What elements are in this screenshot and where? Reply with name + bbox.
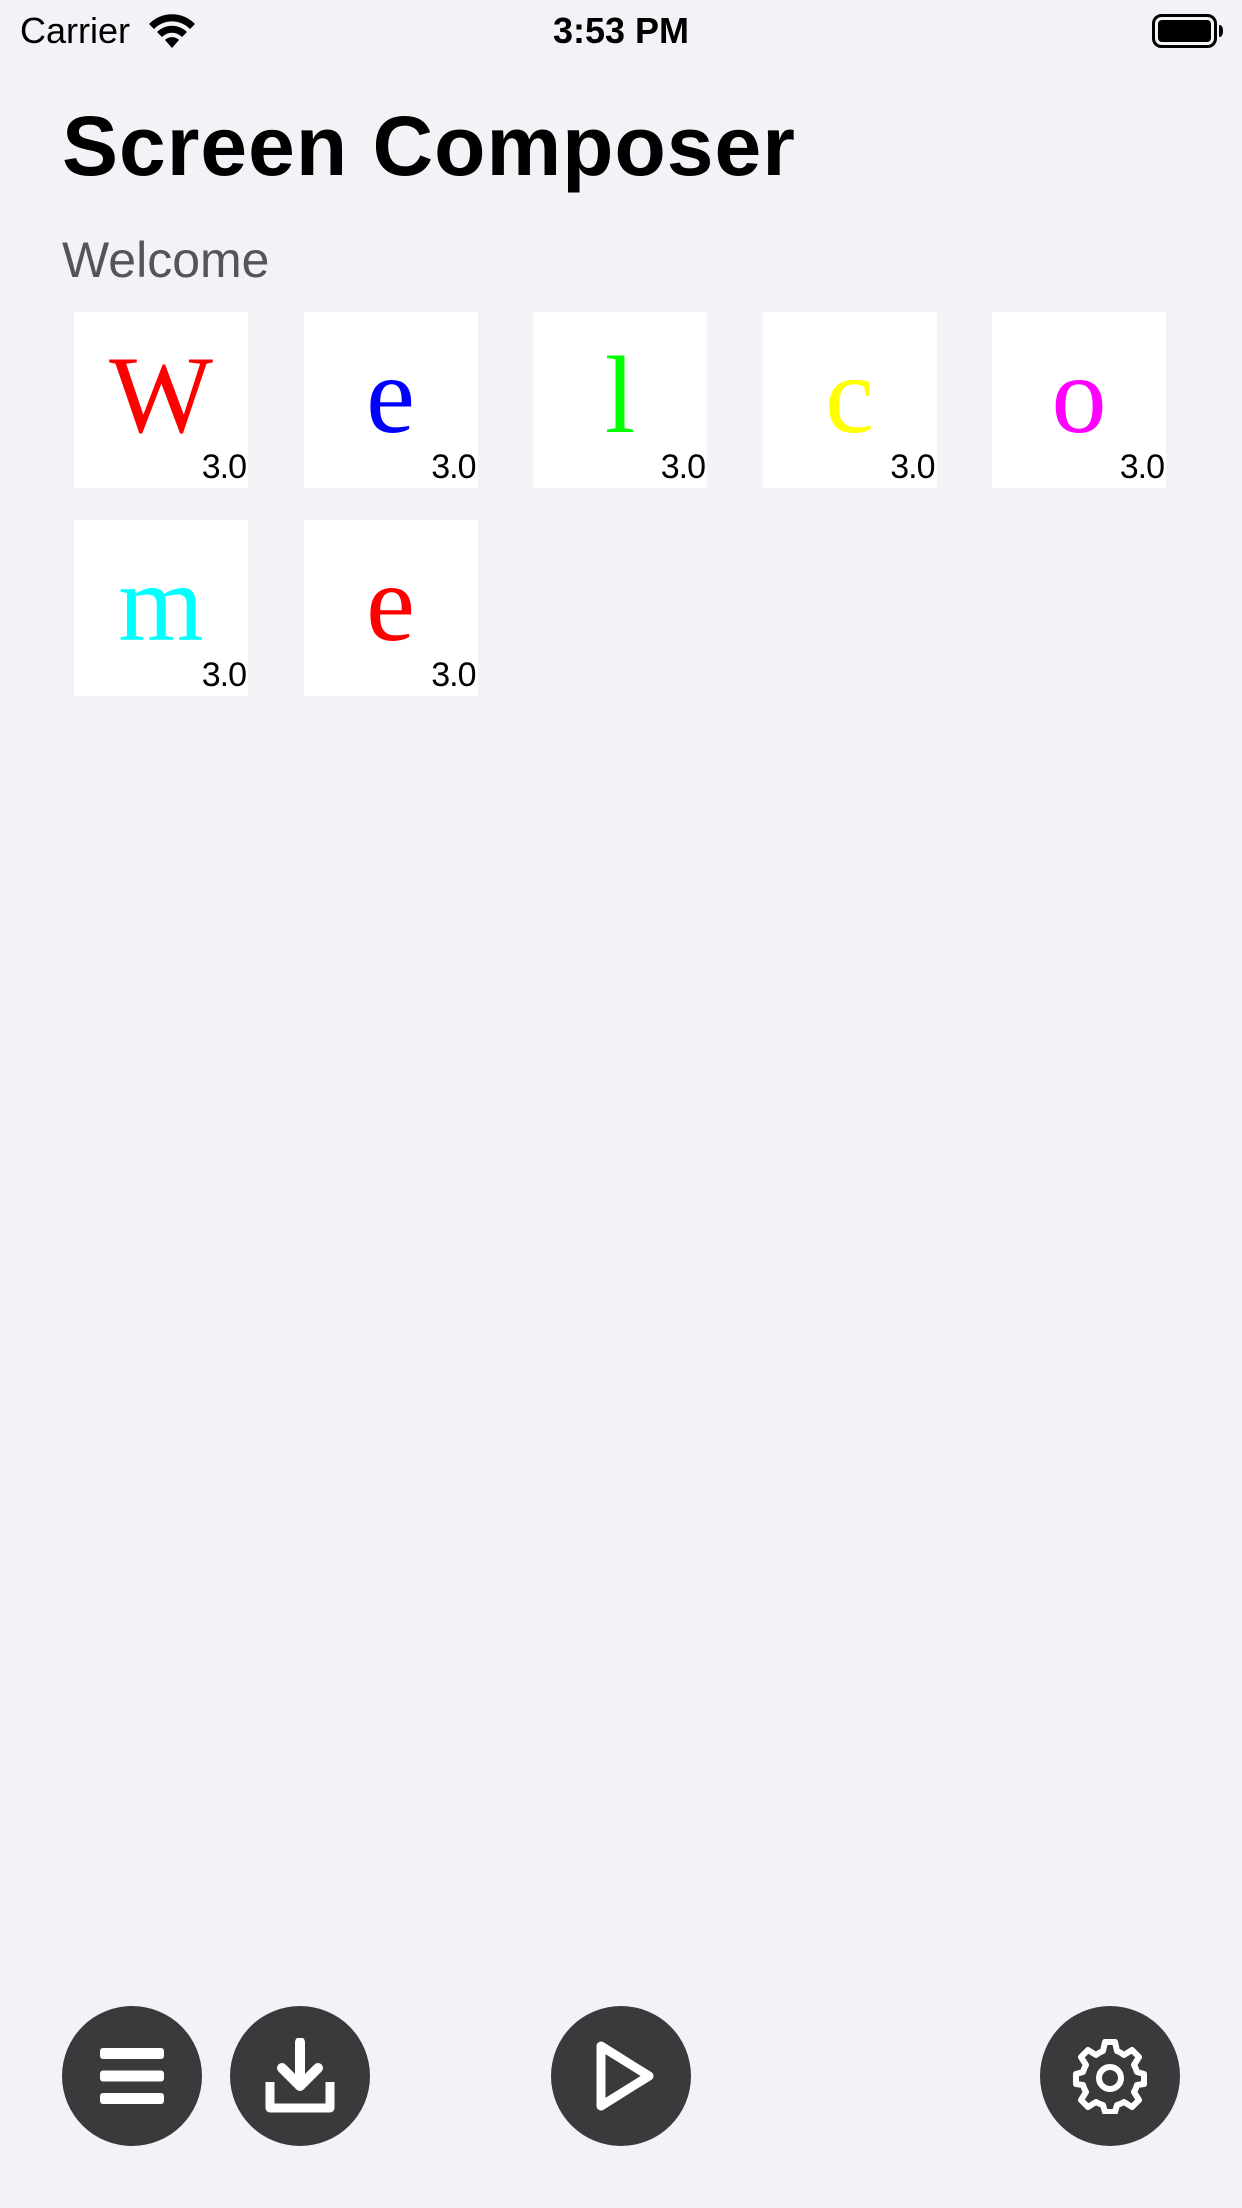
- letter-tile[interactable]: o 3.0: [992, 312, 1166, 488]
- download-icon: [265, 2038, 335, 2113]
- status-time: 3:53 PM: [552, 10, 690, 51]
- composition-name: Welcome: [62, 232, 270, 288]
- tile-letter: c: [825, 334, 874, 456]
- letter-tile[interactable]: e 3.0: [303, 312, 478, 488]
- status-bar: Carrier 3:53 PM: [0, 0, 1242, 60]
- page-title: Screen Composer: [62, 99, 796, 193]
- download-button[interactable]: [230, 2006, 370, 2146]
- gear-icon: [1073, 2039, 1147, 2114]
- tile-duration: 3.0: [201, 656, 247, 694]
- tile-letter: l: [604, 334, 636, 456]
- menu-icon: [100, 2048, 164, 2104]
- play-icon: [596, 2041, 654, 2111]
- letter-tile[interactable]: c 3.0: [762, 312, 937, 488]
- menu-button[interactable]: [62, 2006, 202, 2146]
- tile-duration: 3.0: [660, 448, 706, 486]
- letter-tile[interactable]: m 3.0: [74, 520, 248, 696]
- tile-letter: m: [118, 542, 204, 664]
- settings-button[interactable]: [1040, 2006, 1180, 2146]
- tile-duration: 3.0: [201, 448, 247, 486]
- tile-letter: W: [109, 334, 213, 456]
- tile-duration: 3.0: [431, 656, 476, 694]
- battery-icon: [1152, 14, 1223, 48]
- letter-tile[interactable]: l 3.0: [533, 312, 707, 488]
- tile-duration: 3.0: [431, 448, 476, 486]
- tile-letter: e: [366, 334, 415, 456]
- tile-grid: W 3.0 e 3.0 l 3.0 c 3.0 o 3.0 m 3.0 e 3.…: [74, 312, 1174, 696]
- tile-letter: e: [366, 542, 415, 664]
- tile-duration: 3.0: [1119, 448, 1165, 486]
- tile-letter: o: [1051, 334, 1107, 456]
- letter-tile[interactable]: W 3.0: [74, 312, 248, 488]
- play-button[interactable]: [551, 2006, 691, 2146]
- tile-duration: 3.0: [890, 448, 935, 486]
- letter-tile[interactable]: e 3.0: [303, 520, 478, 696]
